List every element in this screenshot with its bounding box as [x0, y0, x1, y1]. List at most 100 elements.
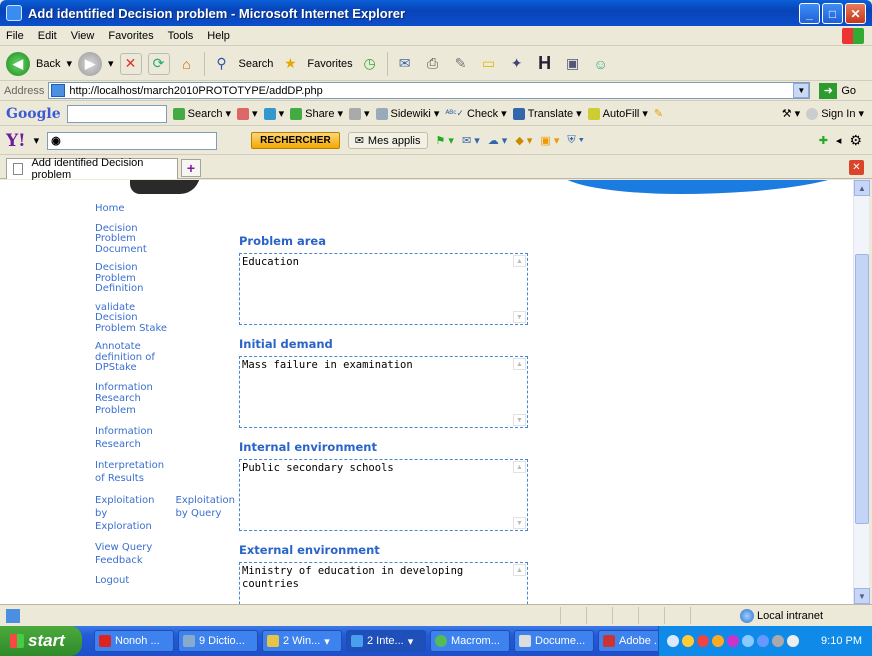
- nav-link-line[interactable]: Annotate: [95, 341, 235, 353]
- nav-link-line[interactable]: Exploitation: [176, 494, 235, 507]
- back-button-label[interactable]: Back: [36, 58, 60, 70]
- nav-link-line[interactable]: Research: [95, 393, 235, 405]
- nav-link-line[interactable]: Information: [95, 382, 235, 394]
- tray-icon[interactable]: [682, 635, 694, 647]
- h-icon[interactable]: H: [534, 53, 556, 75]
- nav-logout[interactable]: Logout: [95, 575, 235, 587]
- tray-icon[interactable]: [757, 635, 769, 647]
- recherche-button[interactable]: RECHERCHER: [251, 132, 340, 149]
- nav-link-line[interactable]: Decision: [95, 262, 235, 274]
- nav-exploitation-by-exploration[interactable]: Exploitation by Exploration: [95, 494, 168, 533]
- yahoo-logo[interactable]: Y!: [6, 131, 26, 151]
- textarea-scrollbar[interactable]: ▲▼: [513, 255, 526, 323]
- textarea-scrollbar[interactable]: ▲▼: [513, 358, 526, 426]
- ebay-icon[interactable]: ▣ ▾: [540, 134, 559, 147]
- nav-link-line[interactable]: by Query: [176, 507, 235, 520]
- google-search-input[interactable]: [66, 104, 167, 123]
- problem-area-value[interactable]: Education: [240, 254, 527, 271]
- search-icon[interactable]: ⚲: [211, 53, 233, 75]
- page-scrollbar[interactable]: ▲ ▼: [853, 180, 870, 604]
- favorites-star-icon[interactable]: ★: [279, 53, 301, 75]
- share-button[interactable]: Share ▾: [290, 107, 343, 120]
- mes-applis-button[interactable]: ✉ Mes applis: [347, 132, 428, 149]
- check-button[interactable]: ᴬᴮᶜ✓ Check ▾: [445, 107, 506, 121]
- tray-icon[interactable]: [667, 635, 679, 647]
- address-url[interactable]: http://localhost/march2010PROTOTYPE/addD…: [69, 85, 322, 97]
- external-environment-value[interactable]: Ministry of education in developing coun…: [240, 563, 500, 593]
- initial-demand-textarea[interactable]: Mass failure in examination ▲ ▼: [239, 356, 528, 428]
- go-button[interactable]: ➜ Go: [819, 82, 856, 99]
- nav-link-line[interactable]: Document: [95, 244, 235, 256]
- start-button[interactable]: start: [0, 626, 82, 656]
- tray-icon[interactable]: [787, 635, 799, 647]
- new-tab-button[interactable]: +: [181, 159, 201, 177]
- nav-link-line[interactable]: Feedback: [95, 554, 235, 567]
- tab-add-identified-decision-problem[interactable]: Add identified Decision problem: [6, 157, 178, 181]
- nav-link-line[interactable]: Research: [95, 438, 235, 451]
- address-dropdown-icon[interactable]: ▼: [793, 83, 810, 98]
- bookmark-icon[interactable]: ▾: [349, 107, 370, 120]
- folder-icon[interactable]: ▭: [478, 53, 500, 75]
- menu-edit[interactable]: Edit: [38, 30, 57, 42]
- nav-link-line[interactable]: Interpretation: [95, 459, 235, 472]
- google-search-button[interactable]: Search ▾: [172, 107, 231, 120]
- plus-icon[interactable]: ▾: [263, 107, 284, 120]
- settings-gear-icon[interactable]: ⚙: [849, 132, 862, 149]
- taskbar-item[interactable]: Docume...: [514, 630, 594, 652]
- forward-arrow-icon[interactable]: ▶: [78, 51, 102, 76]
- nav-link-line[interactable]: Problem: [95, 405, 235, 417]
- nav-link-line[interactable]: Information: [95, 425, 235, 438]
- history-icon[interactable]: ◷: [359, 53, 381, 75]
- answers-icon[interactable]: ◆ ▾: [515, 134, 532, 147]
- menu-help[interactable]: Help: [207, 30, 230, 42]
- pencil-icon[interactable]: ✎: [654, 107, 663, 120]
- maximize-button[interactable]: □: [822, 3, 843, 24]
- close-tab-icon[interactable]: ✕: [849, 160, 864, 175]
- external-environment-textarea[interactable]: Ministry of education in developing coun…: [239, 562, 528, 604]
- back-dropdown-icon[interactable]: ▾: [66, 57, 72, 70]
- google-logo[interactable]: Google: [6, 106, 61, 122]
- home-icon[interactable]: ⌂: [176, 53, 198, 75]
- tray-icon[interactable]: [727, 635, 739, 647]
- taskbar-item[interactable]: 2 Inte... ▾: [346, 630, 426, 652]
- internal-environment-value[interactable]: Public secondary schools: [240, 460, 527, 477]
- people-icon[interactable]: ☺: [590, 53, 612, 75]
- nav-decision-problem-document[interactable]: Decision Problem Document: [95, 223, 235, 256]
- scroll-down-icon[interactable]: ▼: [854, 588, 870, 604]
- messenger-icon[interactable]: ✦: [506, 53, 528, 75]
- nav-link-line[interactable]: Exploration: [95, 520, 168, 533]
- tray-icon[interactable]: [742, 635, 754, 647]
- nav-home[interactable]: Home: [95, 203, 235, 215]
- clock[interactable]: 9:10 PM: [821, 635, 862, 647]
- nav-interpretation-of-results[interactable]: Interpretation of Results: [95, 459, 235, 485]
- textarea-scrollbar[interactable]: ▲▼: [513, 461, 526, 529]
- menu-favorites[interactable]: Favorites: [108, 30, 153, 42]
- nav-link-line[interactable]: Exploitation by: [95, 494, 168, 520]
- scroll-up-icon[interactable]: ▲: [854, 180, 870, 196]
- nav-validate-decision-problem-stake[interactable]: validate Decision Problem Stake: [95, 302, 235, 335]
- scroll-thumb[interactable]: [855, 254, 869, 524]
- nav-annotate-definition[interactable]: Annotate definition of DPStake: [95, 341, 235, 374]
- nav-link-line[interactable]: Definition: [95, 283, 235, 295]
- nav-link-line[interactable]: Problem: [95, 233, 235, 245]
- stop-icon[interactable]: ✕: [119, 52, 142, 75]
- nav-link-line[interactable]: Problem Stake: [95, 323, 235, 335]
- yahoo-dropdown-icon[interactable]: ▾: [34, 134, 40, 147]
- menu-file[interactable]: File: [6, 30, 24, 42]
- initial-demand-value[interactable]: Mass failure in examination: [240, 357, 527, 374]
- nav-information-research-problem[interactable]: Information Research Problem: [95, 382, 235, 417]
- yahoo-mail-icon[interactable]: ✉ ▾: [462, 134, 480, 147]
- nav-link-line[interactable]: Decision: [95, 312, 235, 324]
- edit-icon[interactable]: ✎: [450, 53, 472, 75]
- nav-view-query-feedback[interactable]: View Query Feedback: [95, 541, 235, 567]
- yahoo-search-input[interactable]: ◉: [47, 131, 218, 150]
- forward-dropdown-icon[interactable]: ▾: [108, 57, 114, 70]
- tray-icon[interactable]: [697, 635, 709, 647]
- media-icon[interactable]: ▣: [562, 53, 584, 75]
- shield-icon[interactable]: ⛨ ▾: [567, 134, 584, 147]
- nav-information-research[interactable]: Information Research: [95, 425, 235, 451]
- taskbar-item[interactable]: 2 Win... ▾: [262, 630, 342, 652]
- problem-area-textarea[interactable]: Education ▲ ▼: [239, 253, 528, 325]
- close-button[interactable]: ✕: [845, 3, 866, 24]
- wrench-icon[interactable]: ⚒ ▾: [782, 107, 800, 120]
